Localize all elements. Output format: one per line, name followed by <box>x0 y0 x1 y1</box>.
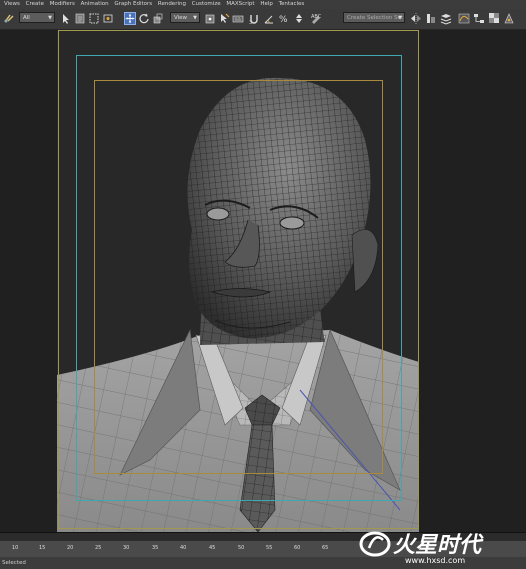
tick-label: 60 <box>294 545 301 551</box>
tick-label: 25 <box>95 545 102 551</box>
edit-named-selection-icon[interactable]: ABC <box>310 12 322 25</box>
window-crossing-icon[interactable] <box>102 12 114 25</box>
menu-modifiers[interactable]: Modifiers <box>50 0 75 9</box>
tick-label: 65 <box>322 545 329 551</box>
chevron-down-icon: ▼ <box>48 15 52 21</box>
tick-label: 55 <box>266 545 273 551</box>
watermark-url: www.hxsd.com <box>405 556 465 565</box>
curve-editor-icon[interactable] <box>458 12 470 25</box>
select-and-scale-icon[interactable] <box>152 12 164 25</box>
select-by-name-icon[interactable] <box>74 12 86 25</box>
reference-coordinate-dropdown[interactable]: View ▼ <box>170 12 200 23</box>
watermark-logo: 火星时代 www.hxsd.com <box>359 531 484 565</box>
menu-help[interactable]: Help <box>260 0 273 9</box>
named-selection-value: Create Selection Set <box>347 15 404 21</box>
reference-coordinate-value: View <box>174 15 188 21</box>
menu-maxscript[interactable]: MAXScript <box>226 0 254 9</box>
status-text: Selected <box>2 560 26 566</box>
watermark-brand: 火星时代 <box>393 533 484 558</box>
tick-label: 10 <box>12 545 19 551</box>
menu-customize[interactable]: Customize <box>192 0 221 9</box>
tick-label: 40 <box>180 545 187 551</box>
mirror-icon[interactable] <box>410 12 422 25</box>
percent-snap-icon[interactable]: % <box>278 12 290 25</box>
menu-views[interactable]: Views <box>4 0 20 9</box>
svg-text:3: 3 <box>249 20 252 25</box>
named-selection-dropdown[interactable]: Create Selection Set ▼ <box>343 12 405 23</box>
svg-text:%: % <box>279 15 288 25</box>
menu-tentacles[interactable]: Tentacles <box>279 0 305 9</box>
select-and-move-icon[interactable] <box>124 12 136 25</box>
render-setup-icon[interactable] <box>503 12 515 25</box>
menu-bar: Views Create Modifiers Animation Graph E… <box>0 0 526 9</box>
tick-label: 50 <box>238 545 245 551</box>
menu-graph-editors[interactable]: Graph Editors <box>114 0 152 9</box>
material-editor-icon[interactable] <box>488 12 500 25</box>
schematic-view-icon[interactable] <box>473 12 485 25</box>
keyboard-shortcut-override-icon[interactable] <box>232 12 244 25</box>
pivot-center-icon[interactable] <box>204 12 216 25</box>
align-icon[interactable] <box>425 12 437 25</box>
main-toolbar: All ▼ View ▼ 3 % ABC Create Selection Se… <box>0 9 526 30</box>
angle-snap-icon[interactable] <box>263 12 275 25</box>
selection-filter-value: All <box>23 15 30 21</box>
layer-manager-icon[interactable] <box>440 12 452 25</box>
menu-animation[interactable]: Animation <box>81 0 109 9</box>
link-icon[interactable] <box>3 12 15 25</box>
tick-label: 20 <box>67 545 74 551</box>
snaps-toggle-icon[interactable]: 3 <box>248 12 260 25</box>
spinner-snap-icon[interactable] <box>293 12 305 25</box>
select-and-rotate-icon[interactable] <box>138 12 150 25</box>
chevron-down-icon: ▼ <box>193 15 197 21</box>
select-object-icon[interactable] <box>60 12 72 25</box>
rectangular-selection-icon[interactable] <box>88 12 100 25</box>
selection-filter-dropdown[interactable]: All ▼ <box>19 12 55 23</box>
tick-label: 15 <box>39 545 46 551</box>
menu-rendering[interactable]: Rendering <box>158 0 186 9</box>
viewport-canvas <box>57 30 419 532</box>
perspective-viewport[interactable] <box>0 30 526 532</box>
menu-create[interactable]: Create <box>26 0 44 9</box>
svg-text:ABC: ABC <box>311 14 322 20</box>
chevron-down-icon: ▼ <box>398 15 402 21</box>
tick-label: 45 <box>209 545 216 551</box>
select-and-manipulate-icon[interactable] <box>218 12 230 25</box>
tick-label: 35 <box>152 545 159 551</box>
tick-label: 30 <box>123 545 130 551</box>
